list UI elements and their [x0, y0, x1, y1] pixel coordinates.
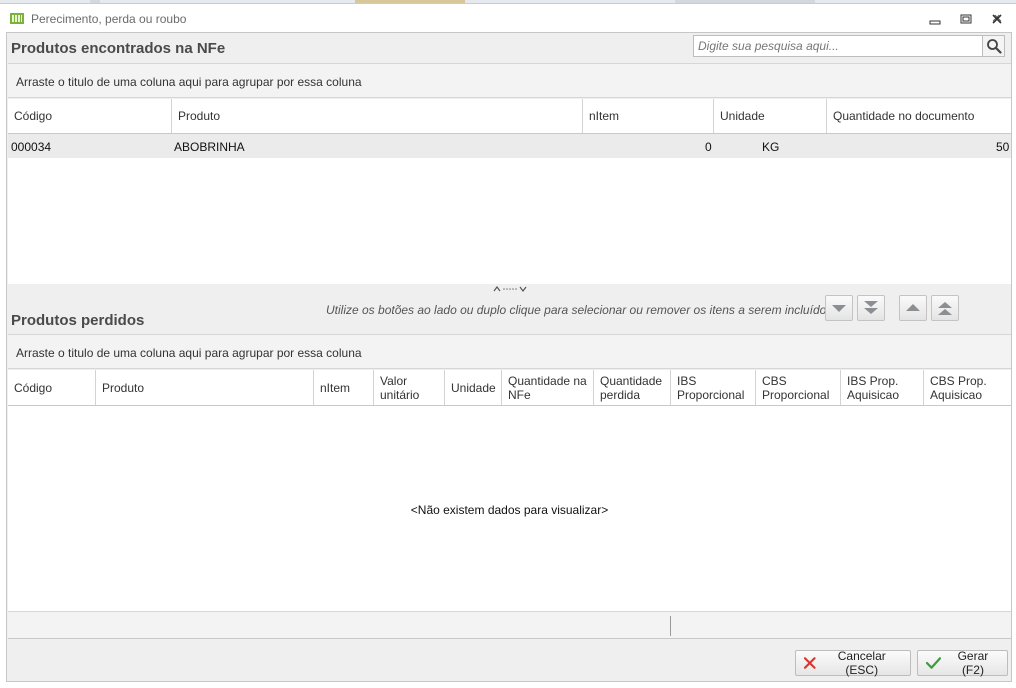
background-taskbar-strip — [0, 0, 1016, 4]
move-all-up-button[interactable] — [931, 295, 959, 321]
bottom-grid-body: <Não existem dados para visualizar> — [8, 406, 1011, 611]
app-icon — [10, 13, 24, 24]
check-icon — [926, 657, 941, 669]
cell-produto: ABOBRINHA — [174, 140, 245, 154]
generate-button[interactable]: Gerar (F2) — [917, 649, 1008, 677]
close-button[interactable] — [989, 12, 1005, 26]
cell-quantidade: 50 — [996, 140, 1010, 154]
bottom-col-codigo[interactable]: Código — [8, 370, 96, 405]
top-grid-header: Código Produto nItem Unidade Quantidade … — [8, 99, 1011, 134]
bottom-panel-hint: Utilize os botões ao lado ou duplo cliqu… — [326, 303, 833, 317]
bottom-col-ibs-prop-aquisicao[interactable]: IBS Prop. Aquisicao — [841, 370, 924, 405]
bottom-group-hint: Arraste o titulo de uma coluna aqui para… — [16, 346, 362, 360]
top-col-produto[interactable]: Produto — [172, 99, 583, 133]
bottom-col-nitem[interactable]: nItem — [314, 370, 374, 405]
table-row[interactable]: 000034 ABOBRINHA 0 KG 50 — [8, 134, 1011, 158]
dialog-body: Produtos encontrados na NFe Arraste o ti… — [6, 32, 1012, 682]
bottom-panel-header: Produtos perdidos Utilize os botões ao l… — [7, 294, 1011, 334]
generate-button-label: Gerar (F2) — [957, 649, 989, 677]
bottom-col-qtd-nfe[interactable]: Quantidade na NFe — [502, 370, 594, 405]
title-bar: Perecimento, perda ou roubo — [0, 6, 1016, 32]
panel-splitter[interactable] — [8, 284, 1011, 294]
top-grid-body: 000034 ABOBRINHA 0 KG 50 — [8, 134, 1011, 284]
search-input[interactable] — [693, 35, 983, 57]
move-down-button[interactable] — [825, 295, 853, 321]
double-chevron-up-icon — [938, 302, 952, 315]
top-group-panel[interactable]: Arraste o titulo de uma coluna aqui para… — [8, 63, 1011, 98]
search-icon — [986, 39, 1002, 54]
bottom-col-cbs-proporcional[interactable]: CBS Proporcional — [756, 370, 841, 405]
bottom-col-ibs-proporcional[interactable]: IBS Proporcional — [671, 370, 756, 405]
move-all-down-button[interactable] — [857, 295, 885, 321]
bottom-col-produto[interactable]: Produto — [96, 370, 314, 405]
bottom-col-valor-unitario[interactable]: Valor unitário — [374, 370, 445, 405]
restore-icon — [960, 14, 972, 24]
bottom-col-cbs-prop-aquisicao[interactable]: CBS Prop. Aquisicao — [924, 370, 1011, 405]
top-col-quantidade[interactable]: Quantidade no documento — [827, 99, 1011, 133]
cancel-button-label: Cancelar (ESC) — [837, 649, 886, 677]
top-col-codigo[interactable]: Código — [8, 99, 172, 133]
chevron-up-icon — [906, 304, 920, 311]
cancel-button[interactable]: Cancelar (ESC) — [795, 649, 911, 677]
cell-nitem: 0 — [705, 140, 712, 154]
window-title: Perecimento, perda ou roubo — [31, 12, 187, 26]
splitter-grip-icon — [493, 286, 526, 292]
top-col-unidade[interactable]: Unidade — [714, 99, 827, 133]
cell-unidade: KG — [762, 140, 780, 154]
empty-grid-message: <Não existem dados para visualizar> — [410, 503, 609, 517]
chevron-down-icon — [832, 305, 846, 312]
x-icon — [804, 657, 816, 669]
bottom-group-panel[interactable]: Arraste o titulo de uma coluna aqui para… — [8, 334, 1011, 369]
top-panel-header: Produtos encontrados na NFe — [7, 33, 1011, 63]
move-up-button[interactable] — [899, 295, 927, 321]
bottom-grid-header: Código Produto nItem Valor unitário Unida… — [8, 370, 1011, 406]
minimize-icon — [929, 20, 941, 25]
bottom-col-unidade[interactable]: Unidade — [445, 370, 502, 405]
top-group-hint: Arraste o titulo de uma coluna aqui para… — [16, 75, 362, 89]
close-icon — [992, 14, 1002, 24]
search-button[interactable] — [983, 35, 1005, 57]
cell-codigo: 000034 — [11, 140, 52, 154]
restore-button[interactable] — [958, 12, 974, 26]
double-chevron-down-icon — [864, 301, 878, 314]
top-panel-title: Produtos encontrados na NFe — [11, 40, 226, 57]
bottom-col-qtd-perdida[interactable]: Quantidade perdida — [594, 370, 671, 405]
top-col-nitem[interactable]: nItem — [583, 99, 714, 133]
minimize-button[interactable] — [927, 12, 943, 26]
bottom-grid-footer — [8, 611, 1011, 639]
bottom-panel-title: Produtos perdidos — [11, 312, 145, 329]
footer-separator — [670, 616, 671, 636]
